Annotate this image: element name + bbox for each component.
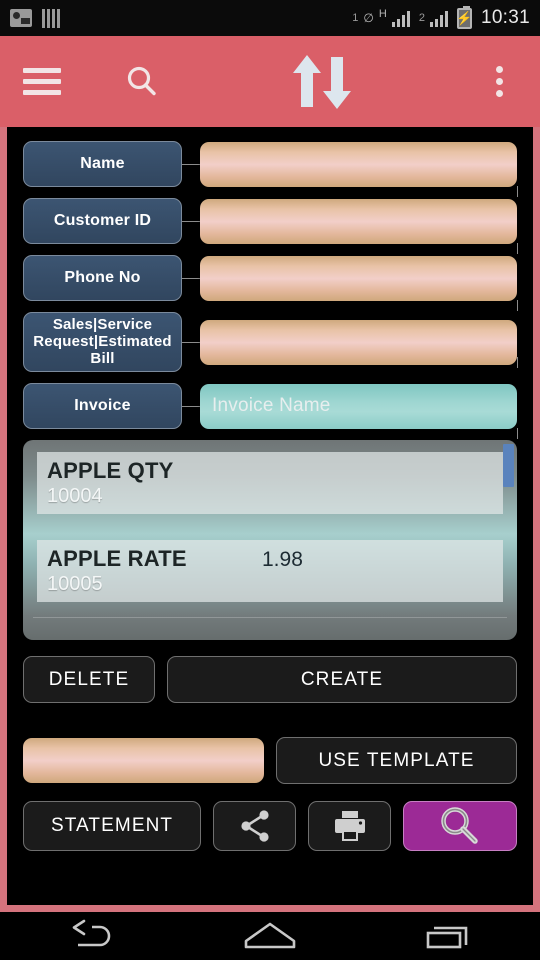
connector-tick bbox=[517, 428, 518, 440]
connector-line bbox=[182, 220, 200, 222]
print-button[interactable] bbox=[308, 801, 392, 852]
status-bar: 1 ∅ H 2 ⚡ 10:31 bbox=[0, 0, 540, 36]
connector-tick bbox=[517, 300, 518, 311]
status-bar-right: 1 ∅ H 2 ⚡ 10:31 bbox=[352, 5, 530, 29]
connector-tick bbox=[517, 186, 518, 197]
search-records-button[interactable] bbox=[403, 801, 517, 852]
connector-tick bbox=[517, 357, 518, 368]
input-customer-id[interactable] bbox=[200, 198, 517, 244]
input-sales-service-request[interactable] bbox=[200, 319, 517, 365]
field-row-phone-no: Phone No bbox=[23, 255, 518, 311]
list-bottom-divider bbox=[33, 617, 507, 619]
create-button[interactable]: CREATE bbox=[167, 656, 517, 704]
field-label-phone-no[interactable]: Phone No bbox=[23, 255, 182, 301]
list-item-title: APPLE QTY bbox=[47, 458, 174, 484]
list-item-code: 10005 bbox=[47, 572, 103, 595]
list-scrollbar[interactable] bbox=[503, 444, 514, 488]
field-label-sales-service-request[interactable]: Sales|Service Request|Estimated Bill bbox=[23, 312, 182, 373]
print-icon bbox=[334, 811, 365, 842]
connector-line bbox=[182, 341, 200, 343]
template-row: USE TEMPLATE bbox=[23, 737, 517, 785]
system-navigation-bar bbox=[0, 912, 540, 960]
connector-tick bbox=[517, 243, 518, 254]
share-button[interactable] bbox=[213, 801, 297, 852]
recent-apps-button[interactable] bbox=[395, 912, 505, 960]
list-divider bbox=[37, 524, 503, 540]
clock-label: 10:31 bbox=[480, 7, 530, 28]
content-card: Name Customer ID Phone No Sales|Service … bbox=[0, 127, 540, 912]
delete-button[interactable]: DELETE bbox=[23, 656, 155, 704]
input-invoice[interactable]: Invoice Name bbox=[200, 383, 517, 429]
phone-screen: 1 ∅ H 2 ⚡ 10:31 Name Customer ID Phone N… bbox=[0, 0, 540, 960]
connector-line bbox=[182, 277, 200, 279]
magnifier-icon bbox=[441, 807, 478, 845]
signal-bars-sim2-icon bbox=[429, 10, 452, 27]
action-row: STATEMENT bbox=[23, 801, 517, 852]
use-template-button[interactable]: USE TEMPLATE bbox=[276, 737, 517, 785]
sim2-label: 2 bbox=[418, 12, 425, 24]
template-input[interactable] bbox=[23, 738, 264, 784]
list-item[interactable]: APPLE RATE 10005 1.98 bbox=[37, 540, 503, 603]
list-item-value: 1.98 bbox=[262, 548, 303, 572]
field-row-sales-service-request: Sales|Service Request|Estimated Bill bbox=[23, 312, 518, 373]
battery-charging-icon: ⚡ bbox=[456, 5, 473, 29]
overflow-menu-icon[interactable] bbox=[472, 52, 526, 112]
network-type-label: H bbox=[378, 8, 387, 20]
sim1-label: 1 bbox=[352, 12, 359, 24]
signal-bars-sim1-icon bbox=[391, 10, 414, 27]
search-icon[interactable] bbox=[112, 52, 172, 112]
item-list[interactable]: APPLE QTY 10004 APPLE RATE 10005 1.98 bbox=[23, 440, 517, 641]
field-row-name: Name bbox=[23, 141, 518, 197]
list-item[interactable]: APPLE QTY 10004 bbox=[37, 452, 503, 515]
field-label-customer-id[interactable]: Customer ID bbox=[23, 198, 182, 244]
hamburger-menu-icon[interactable] bbox=[12, 52, 72, 112]
field-row-invoice: Invoice Invoice Name bbox=[23, 383, 518, 440]
data-off-icon: ∅ bbox=[363, 11, 374, 25]
status-bar-left bbox=[10, 8, 64, 28]
back-button[interactable] bbox=[35, 912, 145, 960]
recent-apps-icon bbox=[426, 926, 468, 949]
input-invoice-placeholder: Invoice Name bbox=[212, 395, 331, 417]
bars-icon bbox=[42, 8, 64, 28]
list-item-code: 10004 bbox=[47, 484, 103, 507]
field-label-invoice[interactable]: Invoice bbox=[23, 383, 182, 430]
input-name[interactable] bbox=[200, 141, 517, 187]
share-icon bbox=[241, 810, 269, 842]
connector-line bbox=[182, 163, 200, 165]
photo-icon bbox=[10, 9, 32, 27]
app-bar bbox=[0, 36, 540, 127]
connector-line bbox=[182, 405, 200, 407]
sync-arrows-icon[interactable] bbox=[289, 51, 355, 113]
crud-button-row: DELETE CREATE bbox=[23, 656, 517, 704]
home-button[interactable] bbox=[215, 912, 325, 960]
statement-button[interactable]: STATEMENT bbox=[23, 801, 202, 852]
field-label-name[interactable]: Name bbox=[23, 141, 182, 187]
back-arrow-icon bbox=[72, 919, 111, 947]
input-phone-no[interactable] bbox=[200, 255, 517, 301]
home-icon bbox=[244, 922, 296, 949]
field-row-customer-id: Customer ID bbox=[23, 198, 518, 254]
